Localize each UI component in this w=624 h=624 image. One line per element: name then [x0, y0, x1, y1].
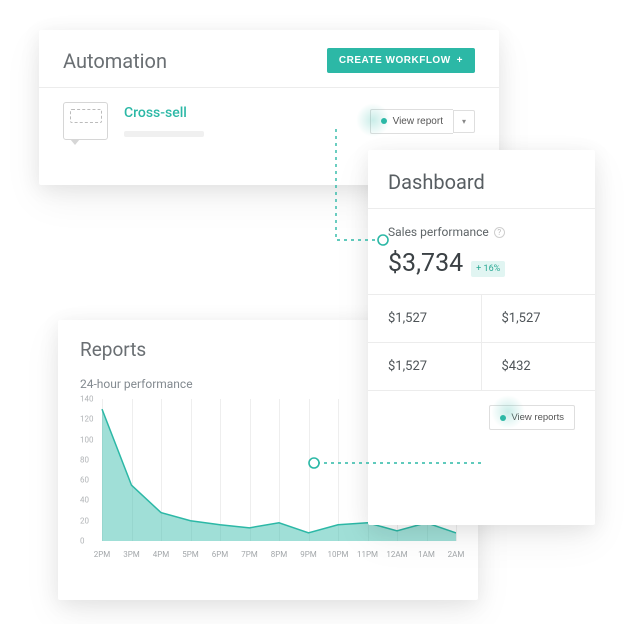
- view-reports-button[interactable]: View reports: [489, 405, 575, 430]
- reports-title: Reports: [80, 338, 146, 361]
- view-report-label: View report: [393, 116, 443, 127]
- stat-cell: $1,527: [368, 343, 482, 391]
- create-workflow-button[interactable]: CREATE WORKFLOW +: [327, 48, 475, 73]
- chevron-down-icon: ▾: [462, 117, 466, 126]
- placeholder-line: [124, 131, 204, 137]
- view-report-dropdown[interactable]: ▾: [453, 110, 475, 133]
- workflow-name[interactable]: Cross-sell: [124, 105, 370, 121]
- dashboard-footer: View reports: [368, 391, 595, 444]
- workflow-name-block: Cross-sell: [124, 105, 370, 137]
- help-icon[interactable]: ?: [494, 227, 505, 238]
- plus-icon: +: [457, 55, 463, 66]
- dashboard-title: Dashboard: [368, 150, 595, 209]
- view-reports-label: View reports: [511, 412, 564, 423]
- view-report-group: View report ▾: [370, 109, 475, 134]
- workflow-icon: [63, 102, 108, 140]
- sales-performance-text: Sales performance: [388, 225, 489, 239]
- stat-cell: $1,527: [482, 295, 596, 343]
- headline-value: $3,734: [388, 249, 463, 278]
- status-dot-icon: [381, 118, 387, 124]
- sales-performance-label: Sales performance ?: [368, 209, 595, 239]
- stat-grid: $1,527 $1,527 $1,527 $432: [368, 295, 595, 391]
- create-workflow-label: CREATE WORKFLOW: [339, 55, 451, 66]
- status-dot-icon: [500, 415, 506, 421]
- stat-cell: $432: [482, 343, 596, 391]
- dashboard-card: Dashboard Sales performance ? $3,734 + 1…: [368, 150, 595, 525]
- headline-row: $3,734 + 16%: [368, 239, 595, 295]
- view-report-button[interactable]: View report: [370, 109, 453, 134]
- delta-badge: + 16%: [471, 261, 505, 277]
- automation-header: Automation CREATE WORKFLOW +: [39, 30, 499, 88]
- stat-cell: $1,527: [368, 295, 482, 343]
- automation-title: Automation: [63, 49, 167, 73]
